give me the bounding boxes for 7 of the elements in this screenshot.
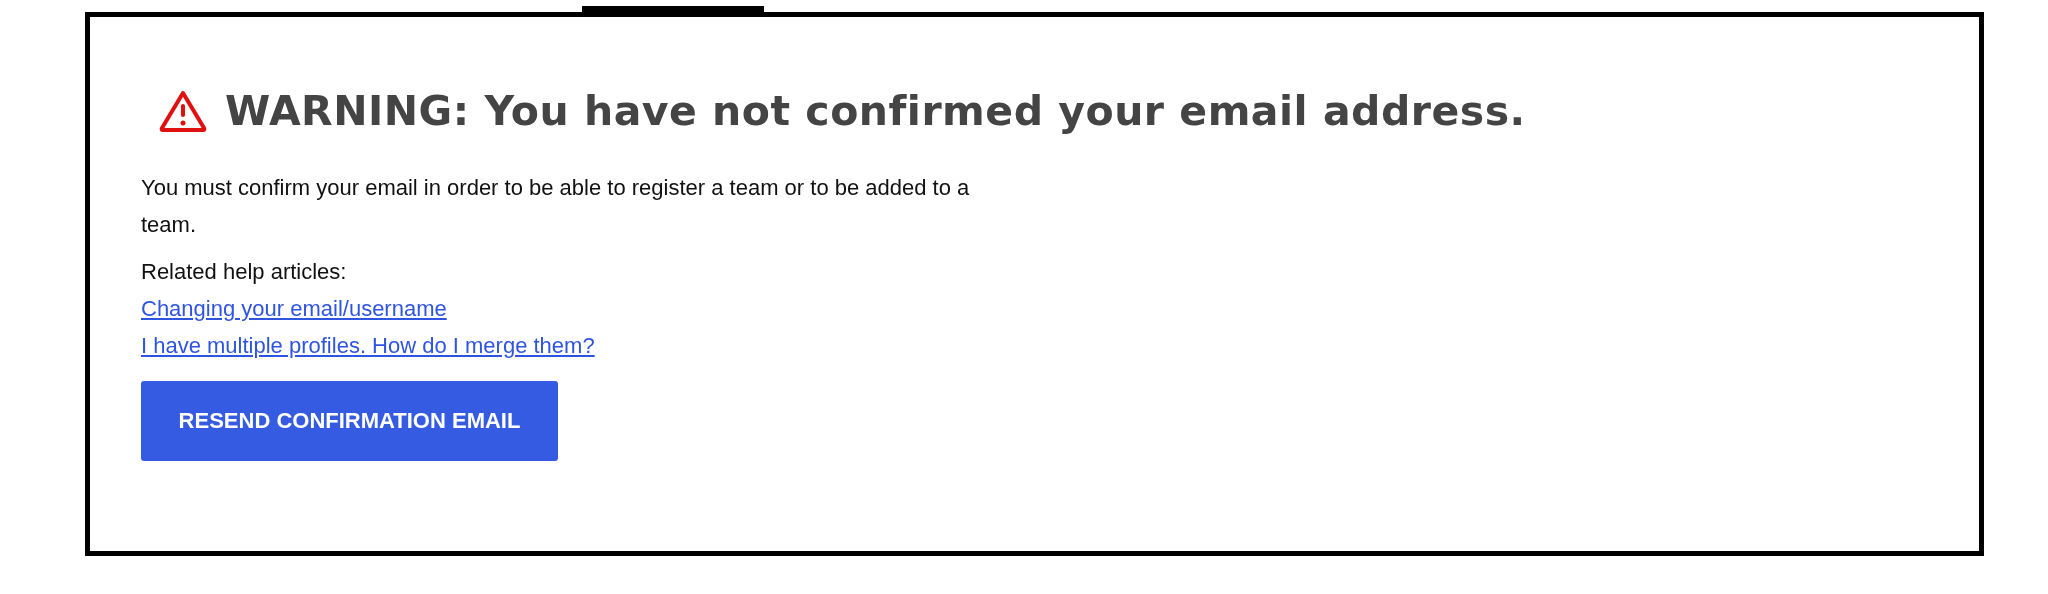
help-heading: Related help articles: [141, 258, 347, 286]
help-link[interactable]: I have multiple profiles. How do I merge them? [141, 327, 595, 364]
help-link[interactable]: Changing your email/username [141, 290, 447, 327]
resend-button[interactable]: RESEND CONFIRMATION EMAIL [141, 381, 558, 461]
warning-message: You must confirm your email in order to be able to register a team or to be added to a team. [141, 174, 971, 239]
warning-icon [159, 90, 207, 132]
warning-title: WARNING: You have not confirmed your email address. [225, 87, 1526, 135]
